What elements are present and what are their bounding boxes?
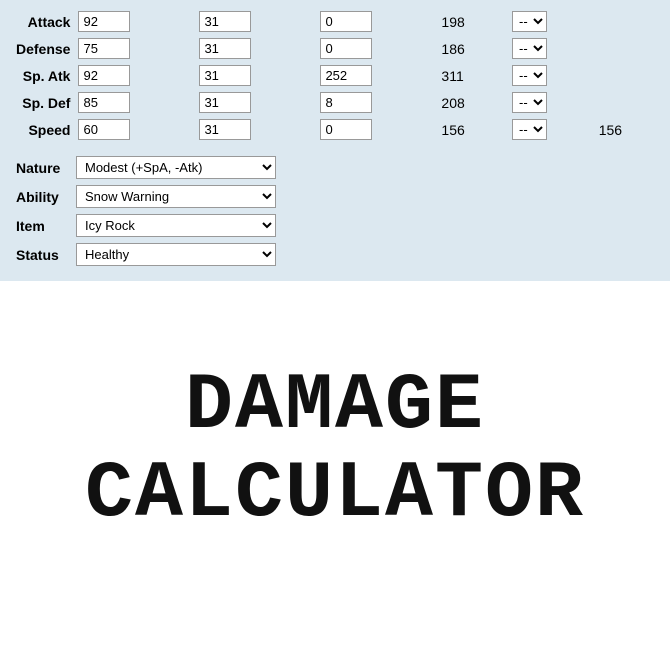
status-label: Status bbox=[12, 240, 72, 269]
ability-row: Ability Snow Warning bbox=[12, 182, 280, 211]
stat-label: Sp. Atk bbox=[12, 62, 74, 89]
ability-select[interactable]: Snow Warning bbox=[76, 185, 276, 208]
nature-row: Nature Modest (+SpA, -Atk) bbox=[12, 153, 280, 182]
stat-total: 198 bbox=[437, 8, 508, 35]
stat-modifier-select[interactable]: -- bbox=[512, 38, 547, 59]
stat-ev-input[interactable] bbox=[320, 65, 372, 86]
stats-section: Attack 198 -- Defense bbox=[0, 0, 670, 281]
stat-row-defense: Defense 186 -- bbox=[12, 35, 658, 62]
stat-row-attack: Attack 198 -- bbox=[12, 8, 658, 35]
stat-iv-input[interactable] bbox=[199, 38, 251, 59]
stat-total: 156 bbox=[437, 116, 508, 143]
status-row: Status Healthy bbox=[12, 240, 280, 269]
item-row: Item Icy Rock bbox=[12, 211, 280, 240]
stat-iv-input[interactable] bbox=[199, 11, 251, 32]
item-select[interactable]: Icy Rock bbox=[76, 214, 276, 237]
stat-base-input[interactable] bbox=[78, 38, 130, 59]
stat-row-speed: Speed 156 -- 156 bbox=[12, 116, 658, 143]
nature-select[interactable]: Modest (+SpA, -Atk) bbox=[76, 156, 276, 179]
attributes-table: Nature Modest (+SpA, -Atk) Ability Snow … bbox=[12, 153, 280, 269]
stat-ev-input[interactable] bbox=[320, 38, 372, 59]
stat-iv-input[interactable] bbox=[199, 92, 251, 113]
stat-total: 186 bbox=[437, 35, 508, 62]
stat-modifier-select[interactable]: -- bbox=[512, 92, 547, 113]
stat-base-input[interactable] bbox=[78, 11, 130, 32]
stat-ev-input[interactable] bbox=[320, 119, 372, 140]
item-label: Item bbox=[12, 211, 72, 240]
stat-base-input[interactable] bbox=[78, 119, 130, 140]
stat-total: 311 bbox=[437, 62, 508, 89]
stat-final: 156 bbox=[595, 116, 658, 143]
stat-label: Sp. Def bbox=[12, 89, 74, 116]
stat-modifier-select[interactable]: -- bbox=[512, 65, 547, 86]
stat-label: Defense bbox=[12, 35, 74, 62]
stats-table: Attack 198 -- Defense bbox=[12, 8, 658, 143]
stat-row-spatk: Sp. Atk 311 -- bbox=[12, 62, 658, 89]
stat-label: Attack bbox=[12, 8, 74, 35]
title-section: DAMAGE CALCULATOR bbox=[0, 281, 670, 621]
ability-label: Ability bbox=[12, 182, 72, 211]
stat-row-spdef: Sp. Def 208 -- bbox=[12, 89, 658, 116]
stat-modifier-select[interactable]: -- bbox=[512, 11, 547, 32]
nature-label: Nature bbox=[12, 153, 72, 182]
damage-calculator-title: DAMAGE CALCULATOR bbox=[85, 363, 585, 539]
stat-ev-input[interactable] bbox=[320, 92, 372, 113]
stat-base-input[interactable] bbox=[78, 65, 130, 86]
stat-base-input[interactable] bbox=[78, 92, 130, 113]
stat-ev-input[interactable] bbox=[320, 11, 372, 32]
stat-iv-input[interactable] bbox=[199, 119, 251, 140]
status-select[interactable]: Healthy bbox=[76, 243, 276, 266]
stat-label: Speed bbox=[12, 116, 74, 143]
stat-modifier-select[interactable]: -- bbox=[512, 119, 547, 140]
stat-iv-input[interactable] bbox=[199, 65, 251, 86]
stat-total: 208 bbox=[437, 89, 508, 116]
